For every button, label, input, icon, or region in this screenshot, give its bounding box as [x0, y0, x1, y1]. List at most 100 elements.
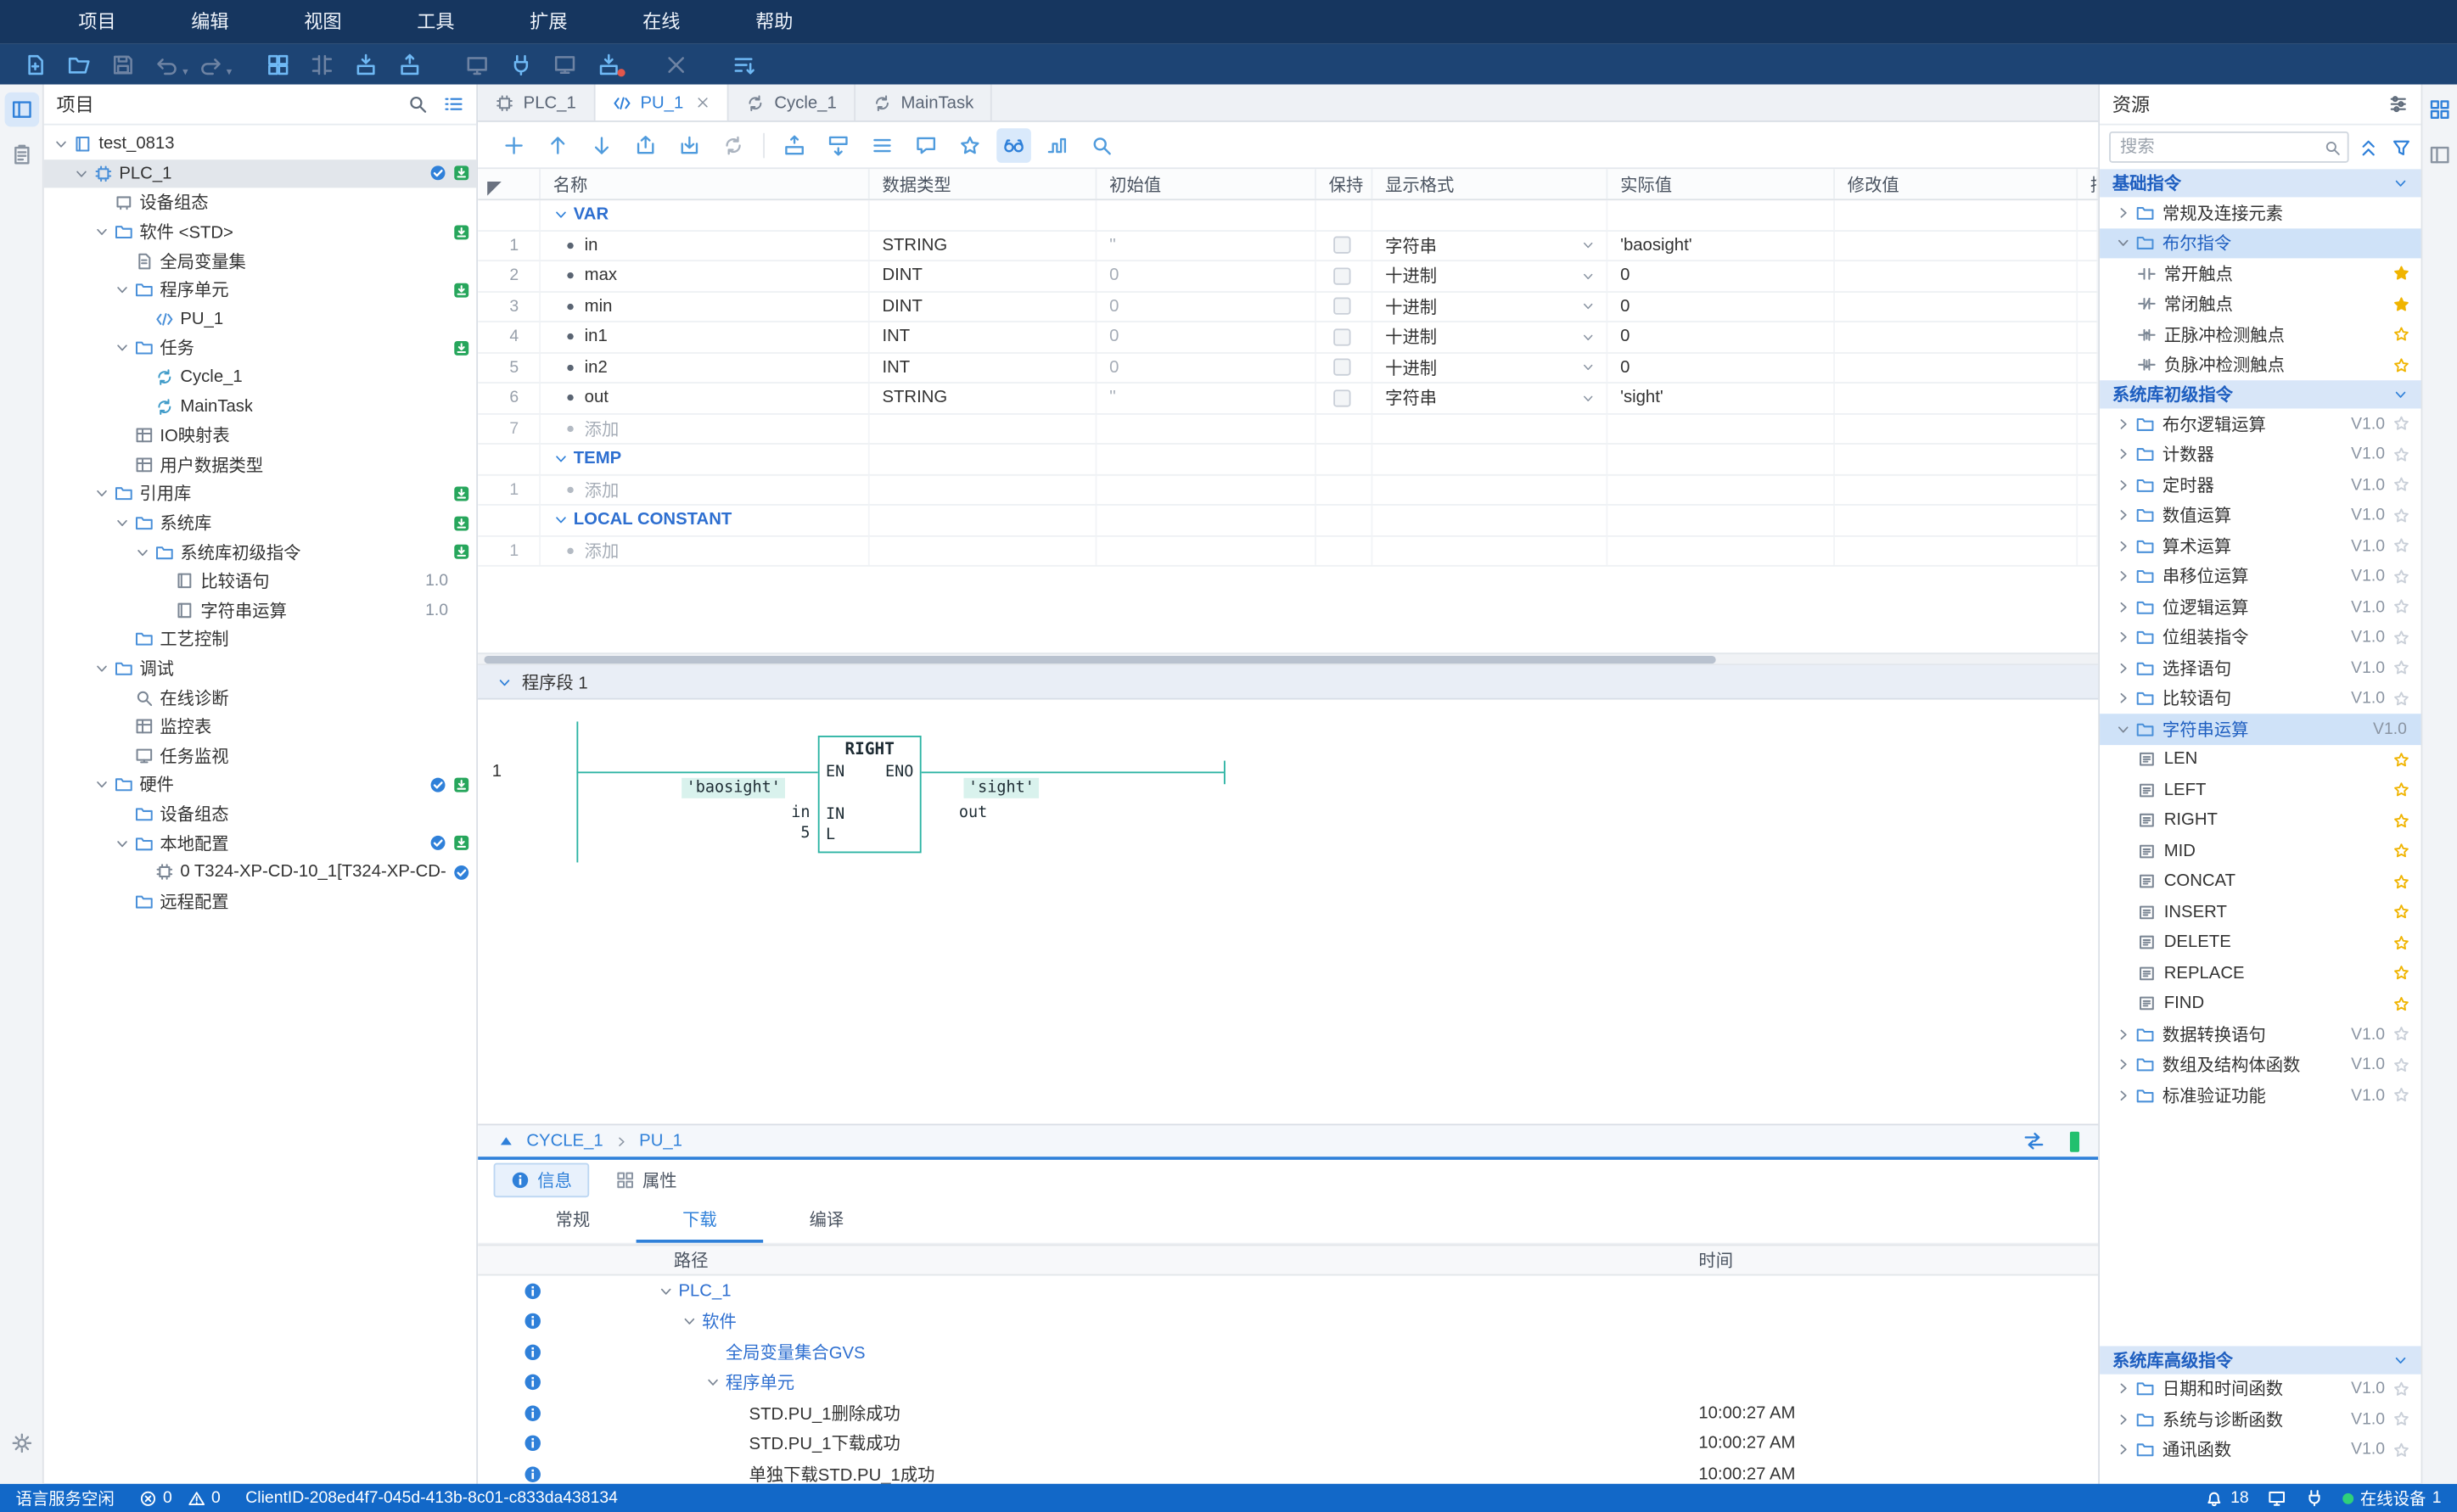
var-format-dropdown[interactable]: 十进制: [1372, 261, 1607, 290]
chevron-down-icon[interactable]: [111, 835, 132, 850]
resource-item[interactable]: 选择语句V1.0: [2100, 652, 2421, 683]
chevron-down-icon[interactable]: [553, 451, 569, 467]
favorite-star-icon[interactable]: [2392, 1087, 2415, 1104]
monitor-values-icon[interactable]: [996, 127, 1031, 162]
retain-checkbox[interactable]: [1333, 328, 1350, 345]
favorite-star-icon[interactable]: [2392, 659, 2415, 676]
tree-item[interactable]: 本地配置: [44, 828, 477, 857]
favorite-star-icon[interactable]: [2392, 965, 2415, 982]
var-retain-cell[interactable]: [1316, 322, 1372, 351]
retain-checkbox[interactable]: [1333, 389, 1350, 406]
move-down-icon[interactable]: [585, 127, 620, 162]
retain-checkbox[interactable]: [1333, 359, 1350, 376]
var-init-cell[interactable]: 0: [1097, 322, 1315, 351]
var-type-cell[interactable]: STRING: [870, 384, 1097, 412]
menu-item[interactable]: 扩展: [492, 0, 605, 44]
tree-item[interactable]: PLC_1: [44, 159, 477, 188]
download-to-device-icon[interactable]: [348, 48, 384, 80]
search-box[interactable]: [2109, 132, 2348, 163]
chevron-right-icon[interactable]: [2112, 538, 2133, 553]
retain-checkbox[interactable]: [1333, 298, 1350, 315]
var-type-cell[interactable]: STRING: [870, 231, 1097, 260]
move-up-icon[interactable]: [541, 127, 575, 162]
scrollbar-thumb[interactable]: [485, 656, 1716, 664]
project-explorer-icon[interactable]: [4, 92, 39, 127]
select-all-corner[interactable]: [487, 181, 502, 195]
chevron-right-icon[interactable]: [2112, 1088, 2133, 1103]
var-name-cell[interactable]: in1: [541, 322, 870, 351]
var-type-cell[interactable]: DINT: [870, 261, 1097, 290]
chevron-down-icon[interactable]: [2392, 1352, 2408, 1367]
doc-tab-maintask[interactable]: MainTask: [855, 85, 992, 120]
settings-icon[interactable]: [4, 1426, 39, 1461]
tree-item[interactable]: 监控表: [44, 712, 477, 741]
var-format-dropdown[interactable]: 字符串: [1372, 384, 1607, 412]
resource-item[interactable]: 数值运算V1.0: [2100, 500, 2421, 530]
chevron-right-icon[interactable]: [2112, 446, 2133, 462]
favorite-star-icon[interactable]: [2392, 1026, 2415, 1043]
favorite-star-icon[interactable]: [2392, 629, 2415, 646]
column-header[interactable]: 初始值: [1097, 169, 1315, 199]
var-modify-cell[interactable]: [1835, 292, 2078, 321]
tree-item[interactable]: PU_1: [44, 305, 477, 333]
breadcrumb-link[interactable]: PU_1: [639, 1132, 682, 1151]
resource-item[interactable]: 常开触点: [2100, 258, 2421, 288]
subtab-编译[interactable]: 编译: [763, 1201, 890, 1243]
tree-item[interactable]: 用户数据类型: [44, 450, 477, 479]
open-project-icon[interactable]: [61, 48, 97, 80]
chevron-right-icon[interactable]: [2112, 1381, 2133, 1397]
chevron-right-icon[interactable]: [2112, 630, 2133, 645]
clipboard-icon[interactable]: [4, 137, 39, 172]
chevron-down-icon[interactable]: [91, 777, 111, 792]
resource-section-header[interactable]: 系统库初级指令: [2100, 380, 2421, 408]
favorite-star-icon[interactable]: [2392, 690, 2415, 707]
var-type-cell[interactable]: DINT: [870, 292, 1097, 321]
tree-item[interactable]: 远程配置: [44, 887, 477, 916]
monitor-mode-icon[interactable]: [547, 48, 582, 80]
menu-item[interactable]: 视图: [266, 0, 379, 44]
ladder-canvas[interactable]: 1 RIGHT EN ENO IN L 'baosight' in 5: [478, 700, 2098, 1124]
chevron-right-icon[interactable]: [2112, 1411, 2133, 1426]
favorite-star-icon[interactable]: [2392, 537, 2415, 554]
resource-item[interactable]: 常规及连接元素: [2100, 197, 2421, 227]
tree-item[interactable]: 任务监视: [44, 741, 477, 770]
favorite-star-icon[interactable]: [2392, 1056, 2415, 1073]
var-desc-cell[interactable]: [2078, 384, 2098, 412]
stop-device-icon[interactable]: [591, 48, 626, 80]
operand-l-value[interactable]: 5: [685, 823, 811, 843]
chevron-down-icon[interactable]: [553, 512, 569, 528]
chevron-down-icon[interactable]: [2112, 235, 2133, 250]
var-init-cell[interactable]: 0: [1097, 292, 1315, 321]
export-variables-icon[interactable]: [628, 127, 663, 162]
favorite-star-icon[interactable]: [2392, 781, 2415, 798]
filter-icon[interactable]: [2391, 137, 2411, 157]
favorite-icon[interactable]: [953, 127, 988, 162]
undo-icon[interactable]: [149, 48, 184, 80]
chevron-down-icon[interactable]: [496, 674, 512, 689]
var-init-cell[interactable]: '': [1097, 231, 1315, 260]
tree-item[interactable]: 系统库初级指令: [44, 537, 477, 566]
var-name-cell[interactable]: min: [541, 292, 870, 321]
resource-item[interactable]: CONCAT: [2100, 866, 2421, 897]
favorite-star-icon[interactable]: [2392, 568, 2415, 585]
favorite-star-icon[interactable]: [2392, 1442, 2415, 1459]
menu-item[interactable]: 工具: [379, 0, 492, 44]
collapse-panel-icon[interactable]: [496, 1132, 515, 1151]
column-header[interactable]: 实际值: [1607, 169, 1835, 199]
chevron-down-icon[interactable]: [111, 283, 132, 298]
panel-settings-icon[interactable]: [2388, 94, 2409, 115]
retain-checkbox[interactable]: [1333, 237, 1350, 254]
var-retain-cell[interactable]: [1316, 292, 1372, 321]
tree-item[interactable]: 设备组态: [44, 799, 477, 828]
tree-item[interactable]: 任务: [44, 333, 477, 362]
breadcrumb-link[interactable]: CYCLE_1: [526, 1132, 603, 1151]
search-input[interactable]: [2120, 137, 2324, 156]
variable-group-row[interactable]: VAR: [478, 200, 2098, 231]
menu-item[interactable]: 帮助: [718, 0, 831, 44]
add-variable-row[interactable]: 1 添加: [478, 536, 2098, 567]
resource-item[interactable]: RIGHT: [2100, 805, 2421, 836]
add-variable-row[interactable]: 1 添加: [478, 475, 2098, 506]
column-header[interactable]: 显示格式: [1372, 169, 1607, 199]
tree-item[interactable]: 引用库: [44, 479, 477, 508]
layout-columns-icon[interactable]: [2422, 137, 2457, 172]
